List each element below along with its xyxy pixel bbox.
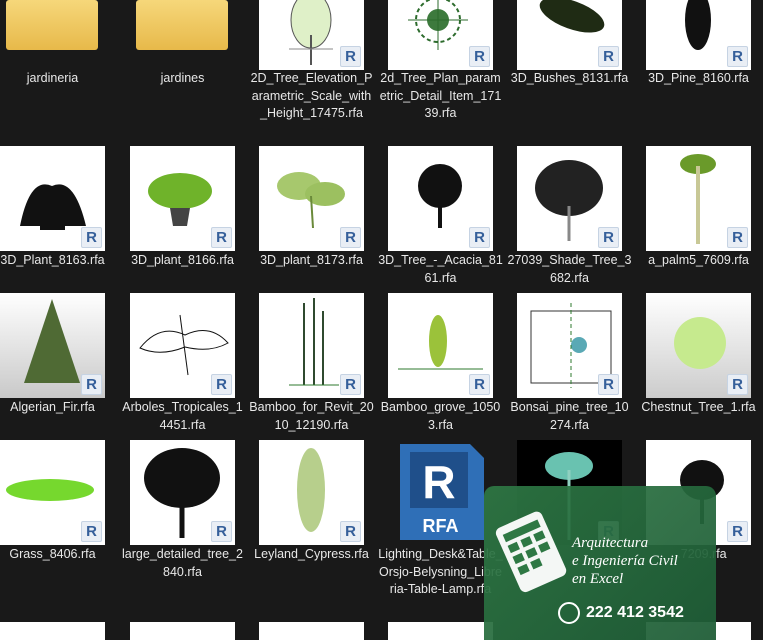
file-label: Chestnut_Tree_1.rfa <box>641 400 756 414</box>
revit-badge-icon: R <box>340 521 361 542</box>
chestnut-icon: R <box>646 293 751 398</box>
revit-badge-icon: R <box>211 521 232 542</box>
file-label: 2d_Tree_Plan_parametric_Detail_Item_1713… <box>379 71 502 120</box>
file-label: Bamboo_for_Revit_2010_12190.rfa <box>249 400 374 432</box>
watermark-text: Arquitectura e Ingeniería Civil en Excel <box>572 534 722 588</box>
file-label: Grass_8406.rfa <box>9 547 96 561</box>
revit-badge-icon: R <box>469 374 490 395</box>
file-label: Leyland_Cypress.rfa <box>254 547 369 561</box>
watermark-overlay: Arquitectura e Ingeniería Civil en Excel… <box>484 486 716 640</box>
grass-icon: R <box>0 440 105 545</box>
revit-badge-icon: R <box>598 374 619 395</box>
potted-plant-icon: R <box>130 146 235 251</box>
file-label: large_detailed_tree_2840.rfa <box>122 547 243 579</box>
revit-badge-icon: R <box>81 227 102 248</box>
file-label: 3D_Plant_8163.rfa <box>0 253 105 267</box>
phone-icon <box>558 602 580 624</box>
tropical-tree-outline-icon: R <box>130 293 235 398</box>
revit-badge-icon: R <box>727 374 748 395</box>
bushes-icon: R <box>517 0 622 70</box>
pine-icon: R <box>646 0 751 70</box>
cypress-icon: R <box>259 440 364 545</box>
bamboo-icon: R <box>259 293 364 398</box>
folder-icon <box>6 0 98 50</box>
file-label: 3D_plant_8166.rfa <box>131 253 234 267</box>
folder-icon <box>136 0 228 50</box>
revit-badge-icon: R <box>727 521 748 542</box>
file-label: 3D_Tree_-_Acacia_8161.rfa <box>378 253 503 285</box>
revit-badge-icon: R <box>598 227 619 248</box>
partial-thumbnail[interactable] <box>259 622 364 640</box>
bonsai-icon: R <box>517 293 622 398</box>
revit-badge-icon: R <box>598 46 619 67</box>
partial-thumbnail[interactable] <box>388 622 493 640</box>
file-label: 2D_Tree_Elevation_Parametric_Scale_with_… <box>250 71 373 120</box>
acacia-icon: R <box>388 146 493 251</box>
leafy-plant-icon: R <box>259 146 364 251</box>
revit-badge-icon: R <box>81 521 102 542</box>
rfa-text: RFA <box>422 516 459 536</box>
file-label: Bamboo_grove_10503.rfa <box>380 400 501 432</box>
revit-badge-icon: R <box>727 46 748 67</box>
watermark-line: e Ingeniería Civil <box>572 553 678 569</box>
revit-badge-icon: R <box>340 227 361 248</box>
fir-icon: R <box>0 293 105 398</box>
watermark-line: en Excel <box>572 571 624 587</box>
shade-tree-icon: R <box>517 146 622 251</box>
partial-thumbnail[interactable] <box>130 622 235 640</box>
svg-text:R: R <box>422 456 455 508</box>
file-label: jardineria <box>26 71 79 85</box>
revit-badge-icon: R <box>340 46 361 67</box>
file-label: Arboles_Tropicales_14451.rfa <box>122 400 243 432</box>
bamboo-grove-icon: R <box>388 293 493 398</box>
file-label: 27039_Shade_Tree_3682.rfa <box>507 253 632 285</box>
file-label: Bonsai_pine_tree_10274.rfa <box>510 400 629 432</box>
revit-badge-icon: R <box>340 374 361 395</box>
revit-badge-icon: R <box>211 227 232 248</box>
revit-badge-icon: R <box>469 227 490 248</box>
tree-plan-icon: R <box>388 0 493 70</box>
large-tree-icon: R <box>130 440 235 545</box>
file-label: Algerian_Fir.rfa <box>10 400 95 414</box>
revit-badge-icon: R <box>211 374 232 395</box>
revit-badge-icon: R <box>81 374 102 395</box>
file-label: 3D_plant_8173.rfa <box>260 253 363 267</box>
revit-badge-icon: R <box>469 46 490 67</box>
file-label: jardines <box>160 71 205 85</box>
partial-thumbnail[interactable] <box>0 622 105 640</box>
file-label: 3D_Pine_8160.rfa <box>648 71 749 85</box>
phone-number: 222 412 3542 <box>586 604 684 621</box>
plant-icon: R <box>0 146 105 251</box>
file-label: a_palm5_7609.rfa <box>648 253 749 267</box>
palm-icon: R <box>646 146 751 251</box>
file-label: 3D_Bushes_8131.rfa <box>510 71 629 85</box>
revit-badge-icon: R <box>727 227 748 248</box>
spreadsheet-logo-icon <box>495 511 567 593</box>
tree-elevation-icon: R <box>259 0 364 70</box>
rfa-file-icon: R RFA <box>388 440 493 545</box>
watermark-line: Arquitectura <box>572 535 649 551</box>
